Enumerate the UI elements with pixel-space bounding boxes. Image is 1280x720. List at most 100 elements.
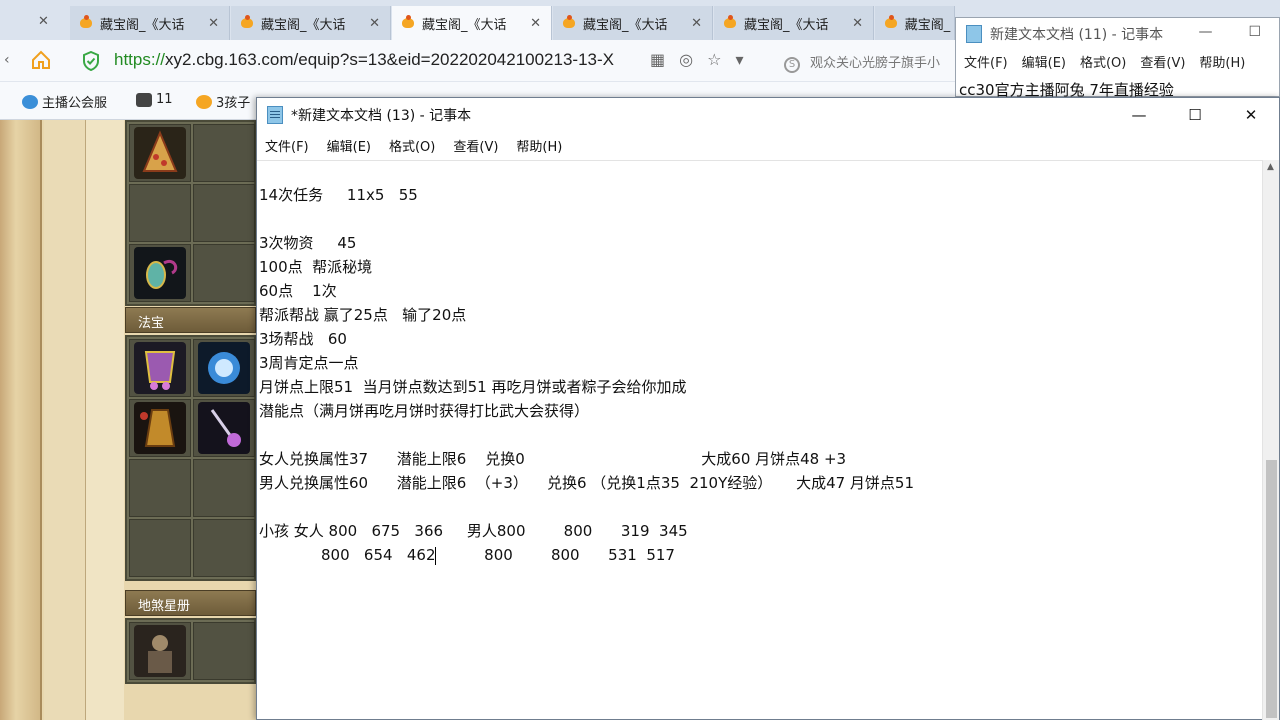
item-icon (134, 402, 186, 454)
item-slot[interactable] (193, 519, 255, 577)
search-hint-text: 观众关心光膀子旗手小 (810, 56, 941, 71)
text-line-current: 800 654 462 800 800 531 517 (259, 543, 1263, 567)
tab-label: 藏宝阁_《大话 (422, 17, 507, 33)
tab-close-icon[interactable]: ✕ (691, 16, 702, 31)
search-box[interactable]: S 观众关心光膀子旗手小 (784, 52, 940, 73)
item-slot[interactable] (193, 184, 255, 242)
reader-icon[interactable]: ◎ (679, 50, 693, 69)
bookmark-label: 11 (156, 92, 173, 107)
tab-close-icon[interactable]: ✕ (208, 16, 219, 31)
tab-close-icon[interactable]: ✕ (38, 14, 49, 29)
menu-format[interactable]: 格式(O) (389, 136, 435, 155)
browser-tab[interactable]: 藏宝阁_《大话 ✕ (231, 6, 391, 40)
text-line: 60点 1次 (259, 282, 337, 300)
bookmark-label: 主播公会服 (42, 96, 108, 111)
item-slot[interactable] (193, 339, 255, 397)
section-fabao: 法宝 (125, 307, 256, 333)
item-slot[interactable] (129, 399, 191, 457)
menu-file[interactable]: 文件(F) (265, 136, 309, 155)
item-icon (134, 625, 186, 677)
browser-tab[interactable]: 藏宝阁_《大话 (875, 6, 955, 40)
item-slot[interactable] (129, 519, 191, 577)
bookmark-item[interactable]: 11 (136, 92, 173, 107)
menu-format[interactable]: 格式(O) (1080, 52, 1126, 71)
item-slot[interactable] (129, 184, 191, 242)
vertical-scrollbar[interactable]: ▲ (1262, 160, 1279, 720)
menu-view[interactable]: 查看(V) (1140, 52, 1185, 71)
item-slot[interactable] (193, 622, 255, 680)
address-bar: ‹ https://xy2.cbg.163.com/equip?s=13&eid… (0, 40, 960, 82)
secure-shield-icon[interactable] (82, 51, 100, 71)
browser-tab[interactable]: 藏宝阁_《大话 ✕ (714, 6, 874, 40)
page-column (44, 120, 86, 720)
item-slot[interactable] (129, 459, 191, 517)
text-editor[interactable]: 14次任务 11x5 55 3次物资 45 100点 帮派秘境 60点 1次 帮… (257, 160, 1263, 720)
item-grid (125, 120, 256, 306)
dropdown-icon[interactable]: ▾ (735, 50, 743, 69)
page-column (86, 120, 124, 720)
text-line: 女人兑换属性37 潜能上限6 兑换0 大成60 月饼点48 +3 (259, 450, 847, 468)
browser-tab[interactable]: 藏宝阁_《大话 ✕ (70, 6, 230, 40)
bookmark-label: 3孩子 (216, 96, 251, 111)
item-slot[interactable] (193, 399, 255, 457)
bg-notepad-menubar: 文件(F) 编辑(E) 格式(O) 查看(V) 帮助(H) (956, 50, 1279, 72)
tab-close-icon[interactable]: ✕ (530, 16, 541, 31)
home-icon[interactable] (30, 49, 52, 71)
tab-close-icon[interactable]: ✕ (852, 16, 863, 31)
item-slot[interactable] (193, 124, 255, 182)
menu-edit[interactable]: 编辑(E) (1022, 52, 1066, 71)
cbg-favicon-icon (722, 15, 738, 31)
background-notepad-window[interactable]: 新建文本文档 (11) - 记事本 — ☐ 文件(F) 编辑(E) 格式(O) … (955, 17, 1280, 99)
url-field[interactable]: https://xy2.cbg.163.com/equip?s=13&eid=2… (114, 50, 614, 70)
close-button[interactable]: ✕ (1223, 98, 1279, 132)
notepad-icon (267, 106, 283, 124)
cbg-favicon-icon (400, 15, 416, 31)
menu-help[interactable]: 帮助(H) (1199, 52, 1245, 71)
notepad-icon (966, 25, 982, 43)
maximize-button[interactable]: ☐ (1167, 98, 1223, 132)
menu-file[interactable]: 文件(F) (964, 52, 1008, 71)
menu-view[interactable]: 查看(V) (453, 136, 498, 155)
text-line (259, 423, 1263, 447)
star-icon[interactable]: ☆ (707, 50, 721, 69)
cbg-favicon-icon (239, 15, 255, 31)
text-line: 帮派帮战 赢了25点 输了20点 (259, 306, 467, 324)
text-before-caret: 800 654 462 (259, 546, 436, 564)
cbg-favicon-icon (561, 15, 577, 31)
item-icon (198, 342, 250, 394)
browser-tab-active[interactable]: 藏宝阁_《大话 ✕ (392, 6, 552, 40)
browser-tab[interactable]: 藏宝阁_《大话 ✕ (553, 6, 713, 40)
text-line: 月饼点上限51 当月饼点数达到51 再吃月饼或者粽子会给你加成 (259, 378, 687, 396)
text-line: 潜能点（满月饼再吃月饼时获得打比武大会获得） (259, 402, 590, 420)
notepad-title: *新建文本文档 (13) - 记事本 (291, 108, 472, 124)
item-slot[interactable] (193, 244, 255, 302)
item-slot[interactable] (193, 459, 255, 517)
text-line: 小孩 女人 800 675 366 男人800 800 319 345 (259, 522, 688, 540)
scroll-up-icon[interactable]: ▲ (1267, 162, 1274, 172)
item-slot[interactable] (129, 339, 191, 397)
bookmark-item[interactable]: 主播公会服 (22, 92, 107, 111)
text-line (259, 207, 1263, 231)
bg-window-controls: — ☐ (1198, 24, 1261, 40)
scroll-thumb[interactable] (1266, 460, 1277, 718)
text-line: 14次任务 11x5 55 (259, 186, 418, 204)
text-line: 男人兑换属性60 潜能上限6 （+3） 兑换6 （兑换1点35 210Y经验） … (259, 474, 915, 492)
qr-icon[interactable]: ▦ (650, 50, 665, 69)
item-slot[interactable] (129, 622, 191, 680)
item-slot[interactable] (129, 124, 191, 182)
bookmark-icon (22, 94, 38, 109)
back-icon[interactable]: ‹ (4, 52, 10, 68)
bookmark-icon (196, 94, 212, 109)
menu-edit[interactable]: 编辑(E) (327, 136, 371, 155)
search-engine-icon: S (784, 57, 800, 73)
notepad-window[interactable]: *新建文本文档 (13) - 记事本 — ☐ ✕ 文件(F) 编辑(E) 格式(… (256, 97, 1280, 720)
item-icon (134, 342, 186, 394)
item-slot[interactable] (129, 244, 191, 302)
tab-close-icon[interactable]: ✕ (369, 16, 380, 31)
minimize-icon[interactable]: — (1198, 24, 1212, 40)
bookmark-item[interactable]: 3孩子 (196, 92, 250, 111)
menu-help[interactable]: 帮助(H) (516, 136, 562, 155)
maximize-icon[interactable]: ☐ (1248, 24, 1261, 40)
minimize-button[interactable]: — (1111, 98, 1167, 132)
url-protocol: https:// (114, 50, 166, 69)
